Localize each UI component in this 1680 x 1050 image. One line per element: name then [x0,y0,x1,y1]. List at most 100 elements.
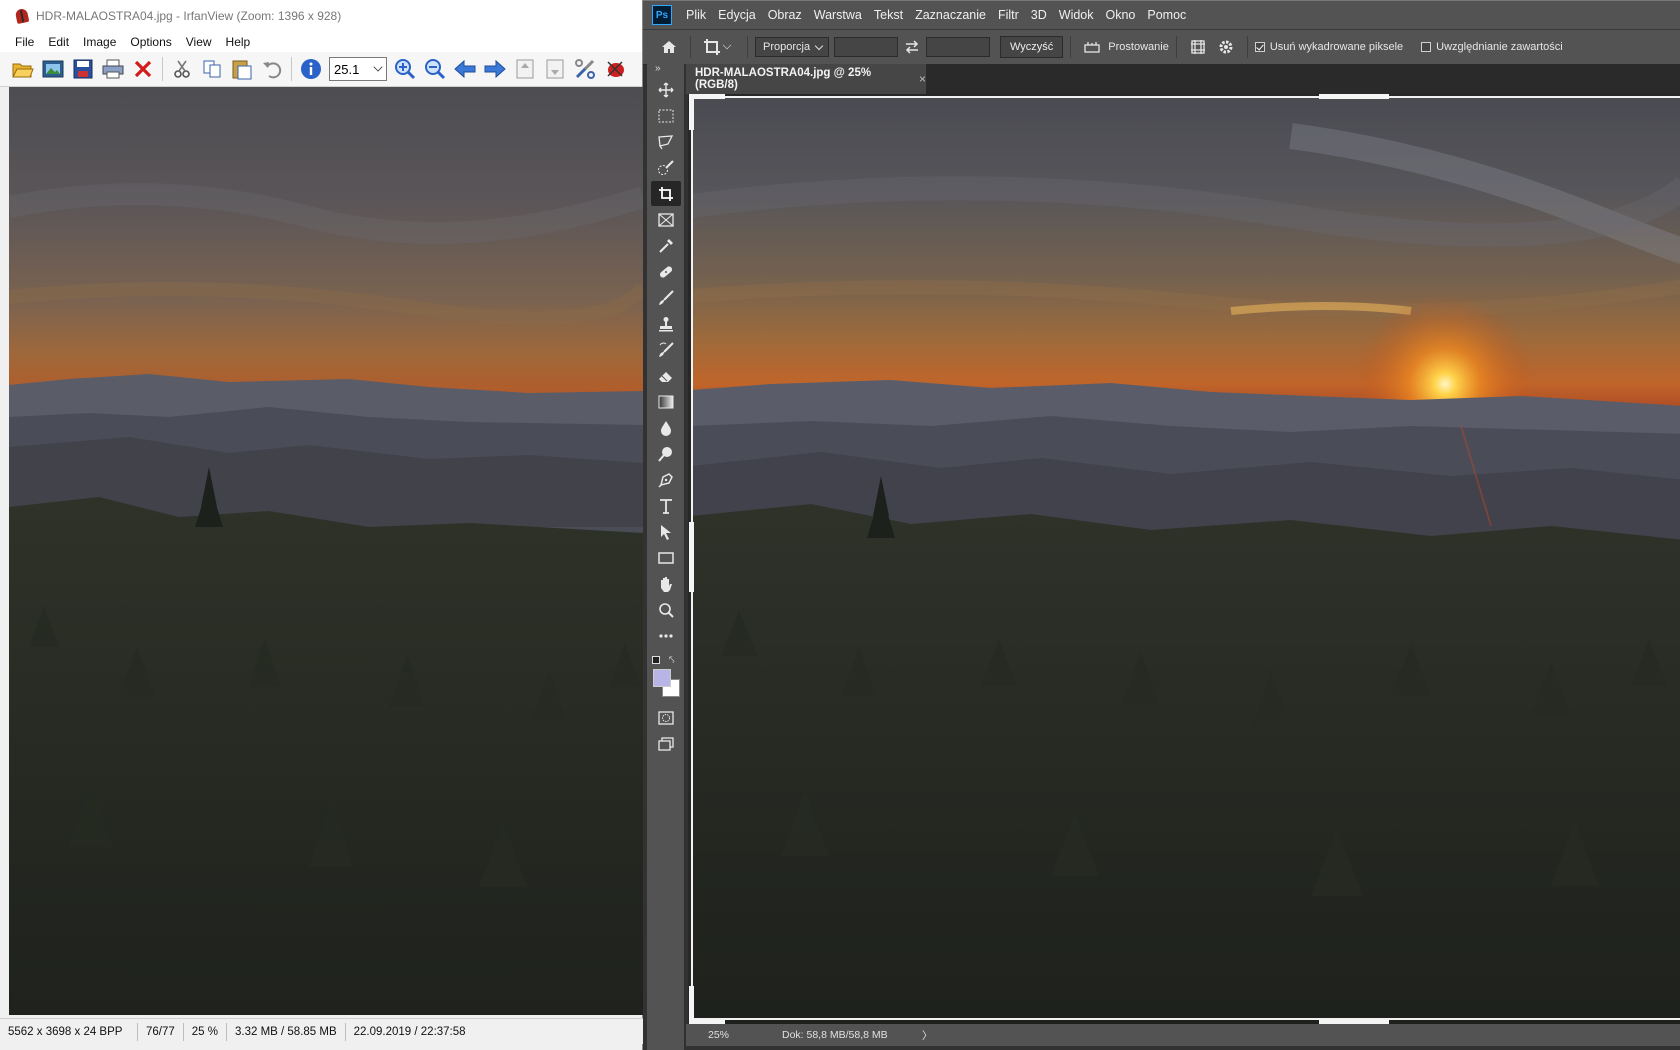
menu-view[interactable]: View [179,33,219,51]
menu-options[interactable]: Options [123,33,178,51]
next-icon[interactable] [481,55,509,83]
hand-tool-icon[interactable] [651,571,681,596]
print-icon[interactable] [99,55,127,83]
menu-file[interactable]: File [8,33,41,51]
brush-tool-icon[interactable] [651,285,681,310]
ratio-select-value: Proporcja [763,41,811,53]
status-zoom[interactable]: 25% [708,1029,768,1041]
blur-tool-icon[interactable] [651,415,681,440]
menu-edycja[interactable]: Edycja [712,8,762,22]
swap-colors-icon[interactable]: ⤣ [669,655,675,666]
eyedropper-tool-icon[interactable] [651,233,681,258]
overlay-grid-icon[interactable] [1184,33,1212,61]
move-tool-icon[interactable] [651,77,681,102]
lasso-tool-icon[interactable] [651,129,681,154]
menu-image[interactable]: Image [76,33,123,51]
marquee-tool-icon[interactable] [651,103,681,128]
status-datetime: 22.09.2019 / 22:37:58 [353,1025,466,1038]
undo-icon[interactable] [258,55,286,83]
path-selection-tool-icon[interactable] [651,519,681,544]
frame-tool-icon[interactable] [651,207,681,232]
close-icon[interactable]: × [919,72,926,86]
photoshop-toolbar: » ⤣ [647,64,685,1050]
document-image[interactable] [691,96,1680,1024]
menu-tekst[interactable]: Tekst [868,8,909,22]
irfanview-window: HDR-MALAOSTRA04.jpg - IrfanView (Zoom: 1… [0,0,643,1050]
type-tool-icon[interactable] [651,493,681,518]
quick-mask-icon[interactable] [651,705,681,730]
home-icon[interactable] [655,33,683,61]
straighten-label[interactable]: Prostowanie [1108,41,1169,53]
menu-obraz[interactable]: Obraz [762,8,808,22]
delete-icon[interactable] [129,55,157,83]
eraser-tool-icon[interactable] [651,363,681,388]
screen-mode-icon[interactable] [651,731,681,756]
menu-plik[interactable]: Plik [680,8,712,22]
crop-handle-bottom-left-vertical[interactable] [689,986,694,1024]
ratio-width-input[interactable] [834,37,898,57]
irfanview-logo-icon[interactable] [601,55,629,83]
rectangle-tool-icon[interactable] [651,545,681,570]
crop-handle-left[interactable] [689,522,694,592]
clear-button[interactable]: Wyczyść [1000,36,1064,58]
ratio-height-input[interactable] [926,37,990,57]
previous-icon[interactable] [451,55,479,83]
content-aware-checkbox[interactable] [1421,42,1432,52]
crop-handle-top-left-vertical[interactable] [689,94,694,130]
status-arrow-icon[interactable]: 〉 [922,1028,933,1043]
menu-edit[interactable]: Edit [41,33,76,51]
menu-help[interactable]: Help [219,33,258,51]
cut-icon[interactable] [168,55,196,83]
last-page-icon[interactable] [541,55,569,83]
swap-icon[interactable] [898,33,926,61]
chevron-down-icon [814,41,824,51]
status-file-size: 3.32 MB / 58.85 MB [227,1022,346,1041]
first-page-icon[interactable] [511,55,539,83]
ratio-select[interactable]: Proporcja [755,37,829,57]
quick-selection-tool-icon[interactable] [651,155,681,180]
zoom-combobox[interactable]: 25.1 [329,57,387,81]
document-tabbar: HDR-MALAOSTRA04.jpg @ 25% (RGB/8) × [686,64,1680,94]
status-document-size: Dok: 58,8 MB/58,8 MB [782,1029,888,1041]
delete-cropped-checkbox[interactable] [1254,42,1265,52]
pen-tool-icon[interactable] [651,467,681,492]
history-brush-tool-icon[interactable] [651,337,681,362]
crop-preset-icon[interactable] [698,33,726,61]
default-colors-icon[interactable] [652,656,660,664]
zoom-tool-icon[interactable] [651,597,681,622]
crop-tool-icon[interactable] [651,181,681,206]
menu-warstwa[interactable]: Warstwa [808,8,868,22]
crop-handle-top[interactable] [1319,94,1389,99]
menu-okno[interactable]: Okno [1100,8,1142,22]
paste-icon[interactable] [228,55,256,83]
properties-icon[interactable] [571,55,599,83]
zoom-in-icon[interactable] [391,55,419,83]
gradient-tool-icon[interactable] [651,389,681,414]
delete-cropped-label[interactable]: Usuń wykadrowane piksele [1270,41,1403,53]
foreground-color-swatch[interactable] [653,669,671,687]
info-icon[interactable] [297,55,325,83]
open-icon[interactable] [9,55,37,83]
crop-handle-top-left[interactable] [689,94,725,99]
gear-icon[interactable] [1212,33,1240,61]
menu-widok[interactable]: Widok [1053,8,1100,22]
more-tools-icon[interactable] [651,623,681,648]
zoom-out-icon[interactable] [421,55,449,83]
menu-filtr[interactable]: Filtr [992,8,1025,22]
irfanview-image[interactable] [9,87,643,1015]
straighten-icon[interactable] [1078,33,1106,61]
dodge-tool-icon[interactable] [651,441,681,466]
collapse-panel-icon[interactable]: » [647,64,684,76]
content-aware-label[interactable]: Uwzględnianie zawartości [1436,41,1563,53]
menu-zaznaczanie[interactable]: Zaznaczanie [909,8,992,22]
document-tab[interactable]: HDR-MALAOSTRA04.jpg @ 25% (RGB/8) × [686,64,926,94]
save-icon[interactable] [69,55,97,83]
menu-3d[interactable]: 3D [1025,8,1053,22]
healing-brush-tool-icon[interactable] [651,259,681,284]
slideshow-icon[interactable] [39,55,67,83]
document-canvas[interactable] [688,94,1680,1024]
menu-pomoc[interactable]: Pomoc [1141,8,1192,22]
clone-stamp-tool-icon[interactable] [651,311,681,336]
copy-icon[interactable] [198,55,226,83]
photoshop-menubar: Ps Plik Edycja Obraz Warstwa Tekst Zazna… [643,0,1680,29]
